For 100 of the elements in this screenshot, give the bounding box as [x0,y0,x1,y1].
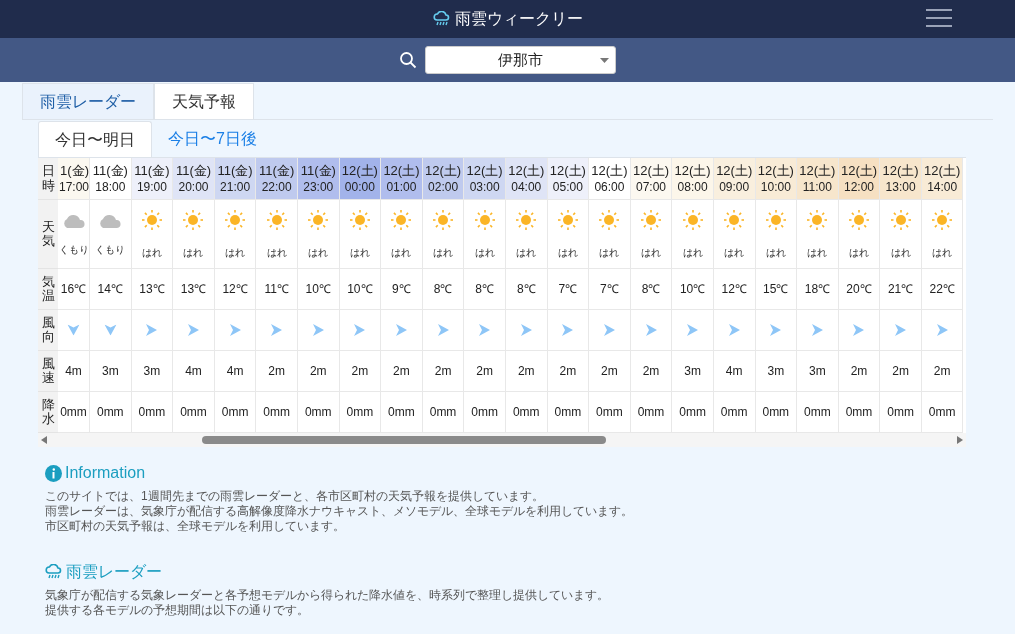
menu-icon[interactable] [926,8,952,28]
row-label: 天気 [41,219,55,249]
weather-label: はれ [266,245,287,260]
temperature-value: 12℃ [721,281,747,298]
sun-icon [931,208,954,231]
precipitation-value: 0mm [762,404,790,421]
weather-label: はれ [849,245,869,260]
row-label: 風速 [41,356,55,386]
main-tab[interactable]: 雨雲レーダー [22,83,154,119]
wind-speed-value: 2m [476,363,493,380]
precipitation-value: 0mm [221,404,249,421]
rain-cloud-icon [45,564,63,580]
precipitation-value: 0mm [138,404,166,421]
wind-speed-value: 4m [185,363,202,380]
body-text: このサイトでは、1週間先までの雨雲レーダーと、各市区町村の天気予報を提供しています。 [45,489,545,504]
sun-icon [515,208,538,231]
temperature-value: 8℃ [475,281,494,298]
precipitation-value: 0mm [60,404,87,421]
period-tab[interactable]: 今日〜明日 [38,121,152,157]
precipitation-value: 0mm [512,404,540,421]
date-time-header: 12(土) 04:00 [505,158,548,200]
precipitation-value: 0mm [471,404,498,421]
sun-icon [473,208,496,231]
date-time-header: 12(土) 06:00 [589,158,631,200]
date-time-header: 11(金) 20:00 [173,158,215,200]
temperature-value: 8℃ [641,281,661,298]
temperature-value: 11℃ [264,281,289,298]
precipitation-value: 0mm [804,404,831,421]
sun-icon [723,208,746,231]
weather-label: はれ [391,245,412,260]
precipitation-value: 0mm [845,404,873,421]
precipitation-value: 0mm [304,404,332,421]
date-time-header: 12(土) 10:00 [755,158,798,200]
row-label: 風向 [41,315,55,345]
wind-speed-value: 2m [642,363,660,380]
weather-label: はれ [308,245,329,260]
sun-icon [265,208,288,231]
weather-label: はれ [141,245,162,260]
horizontal-scrollbar[interactable] [38,433,966,447]
temperature-value: 8℃ [516,281,536,298]
date-time-header: 12(土) 13:00 [880,158,922,200]
search-icon [399,51,417,69]
date-time-header: 12(土) 00:00 [339,158,382,200]
precipitation-value: 0mm [263,404,290,421]
sun-icon [140,208,163,231]
wind-speed-value: 2m [517,363,535,380]
app-title: 雨雲ウィークリー [454,9,583,29]
precipitation-value: 0mm [720,404,748,421]
period-tab[interactable]: 今日〜7日後 [152,121,273,157]
section-title: 雨雲レーダー [66,562,162,582]
date-time-header: 1(金) 17:00 [58,158,90,200]
wind-speed-value: 2m [850,363,868,380]
wind-speed-value: 3m [101,363,119,380]
weather-label: はれ [516,245,537,260]
precipitation-value: 0mm [637,404,665,421]
sun-icon [432,208,455,231]
wind-speed-value: 3m [767,363,785,380]
body-text: 気象庁が配信する気象レーダーと各予想モデルから得られた降水値を、時系列で整理し提供しています。 [45,588,610,603]
sun-icon [848,208,870,231]
rain-cloud-icon [432,11,451,27]
temperature-value: 13℃ [139,281,165,298]
temperature-value: 9℃ [392,281,411,298]
weather-label: はれ [765,245,786,260]
sun-icon [556,208,579,231]
date-time-header: 12(土) 08:00 [672,158,714,200]
wind-speed-value: 2m [892,363,909,380]
temperature-value: 22℃ [929,281,955,298]
body-text: 市区町村の天気予報は、全球モデルを利用しています。 [45,519,346,534]
weather-label: くもり [95,242,126,257]
date-time-header: 11(金) 21:00 [214,158,257,200]
date-time-header: 12(土) 05:00 [547,158,590,200]
weather-label: はれ [225,245,246,260]
sun-icon [390,208,413,231]
weather-label: はれ [641,245,661,260]
city-select[interactable]: 伊那市 [425,46,616,74]
wind-speed-value: 4m [65,363,82,380]
wind-speed-value: 2m [434,363,452,380]
date-time-header: 12(土) 09:00 [713,158,756,200]
wind-speed-value: 3m [143,363,161,380]
main-tab[interactable]: 天気予報 [154,83,254,119]
weather-label: はれ [599,245,620,260]
date-time-header: 12(土) 07:00 [630,158,673,200]
scroll-right-icon[interactable] [957,436,963,444]
precipitation-value: 0mm [180,404,207,421]
temperature-value: 13℃ [180,281,207,298]
temperature-value: 10℃ [347,281,373,298]
weather-label: はれ [724,245,745,260]
wind-speed-value: 4m [725,363,743,380]
temperature-value: 15℃ [763,281,789,298]
wind-speed-value: 2m [309,363,327,380]
sun-icon [889,208,912,231]
date-time-header: 12(土) 14:00 [921,158,964,200]
precipitation-value: 0mm [679,404,706,421]
date-time-header: 12(土) 01:00 [381,158,423,200]
date-time-header: 12(土) 12:00 [838,158,881,200]
sun-icon [640,208,662,231]
weather-label: はれ [932,245,953,260]
precipitation-value: 0mm [96,404,124,421]
weather-label: はれ [474,245,495,260]
scroll-left-icon[interactable] [41,436,47,444]
